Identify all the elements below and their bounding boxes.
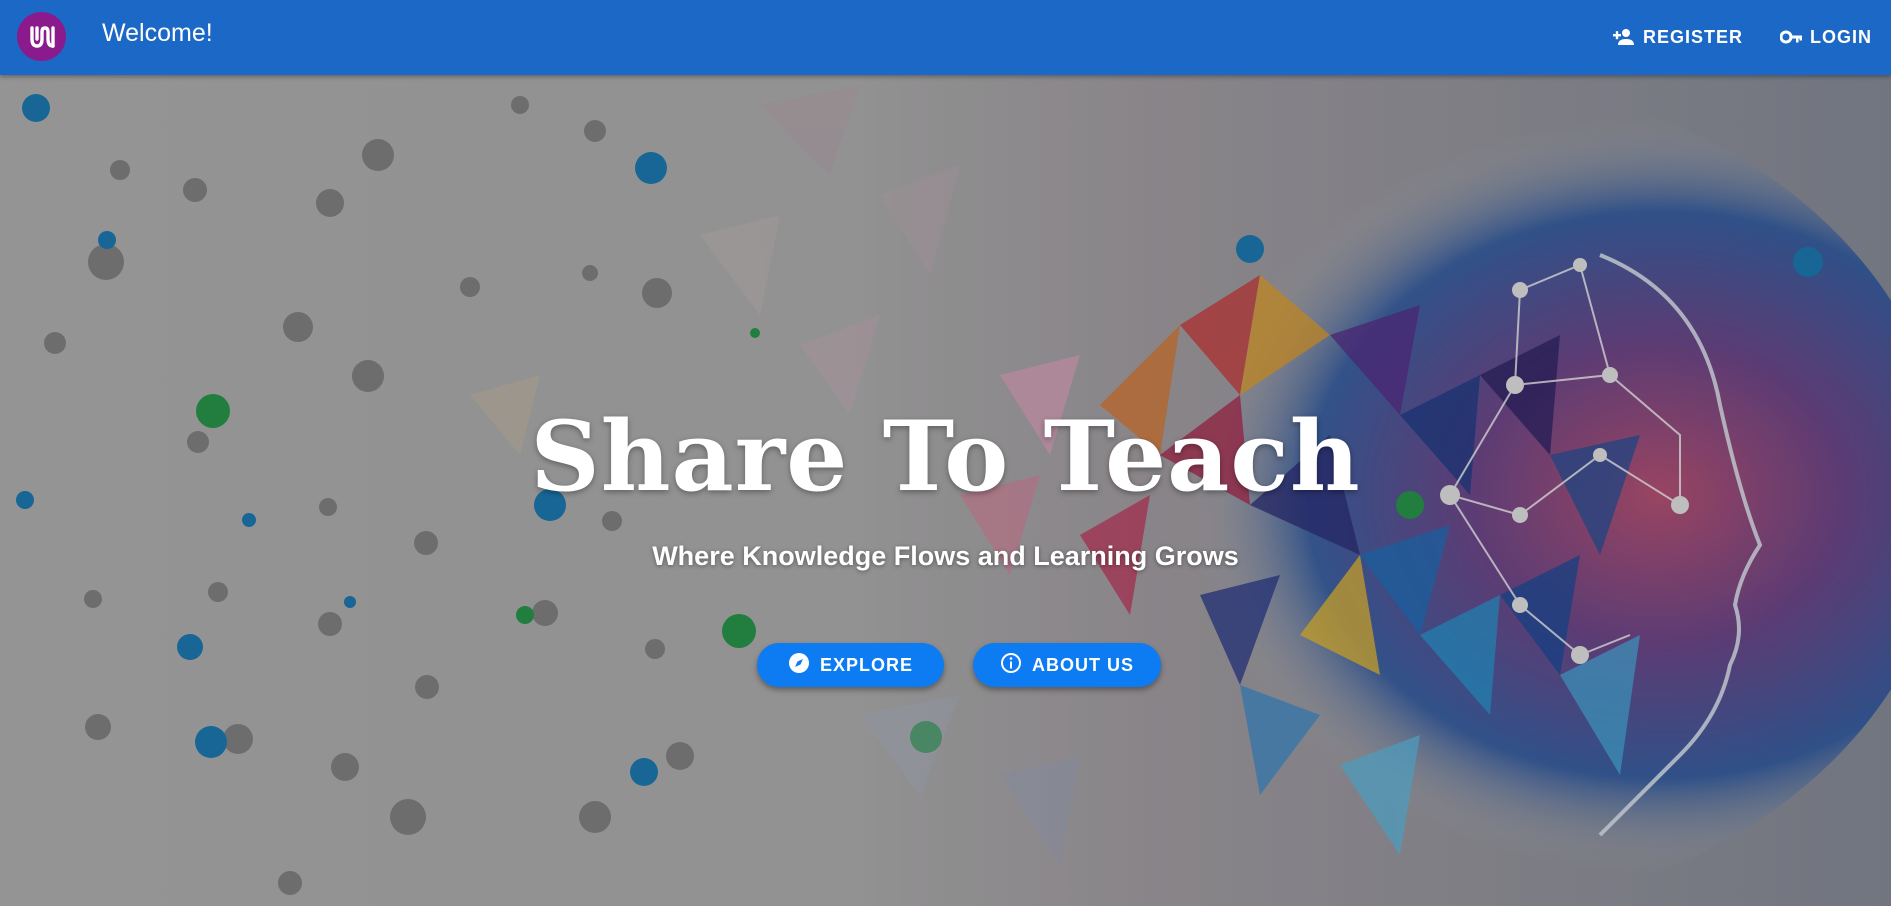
about-us-label: ABOUT US — [1032, 654, 1134, 675]
hero-title: Share To Teach — [530, 400, 1361, 513]
logo-icon[interactable] — [17, 12, 66, 61]
app-title: Welcome! — [102, 19, 213, 47]
hero-subtitle: Where Knowledge Flows and Learning Grows — [652, 541, 1239, 571]
top-app-bar: Welcome! REGISTER LOGIN — [0, 0, 1891, 75]
person-add-icon — [1613, 28, 1635, 46]
about-us-button[interactable]: ABOUT US — [973, 643, 1161, 687]
login-button[interactable]: LOGIN — [1780, 22, 1872, 52]
explore-button[interactable]: EXPLORE — [757, 643, 944, 687]
info-icon — [1000, 652, 1022, 679]
login-label: LOGIN — [1810, 26, 1872, 47]
explore-label: EXPLORE — [819, 654, 914, 675]
key-icon — [1780, 30, 1802, 44]
compass-icon — [788, 652, 810, 679]
register-button[interactable]: REGISTER — [1613, 22, 1743, 52]
hero-section: Share To Teach Where Knowledge Flows and… — [0, 75, 1891, 906]
register-label: REGISTER — [1643, 26, 1744, 47]
